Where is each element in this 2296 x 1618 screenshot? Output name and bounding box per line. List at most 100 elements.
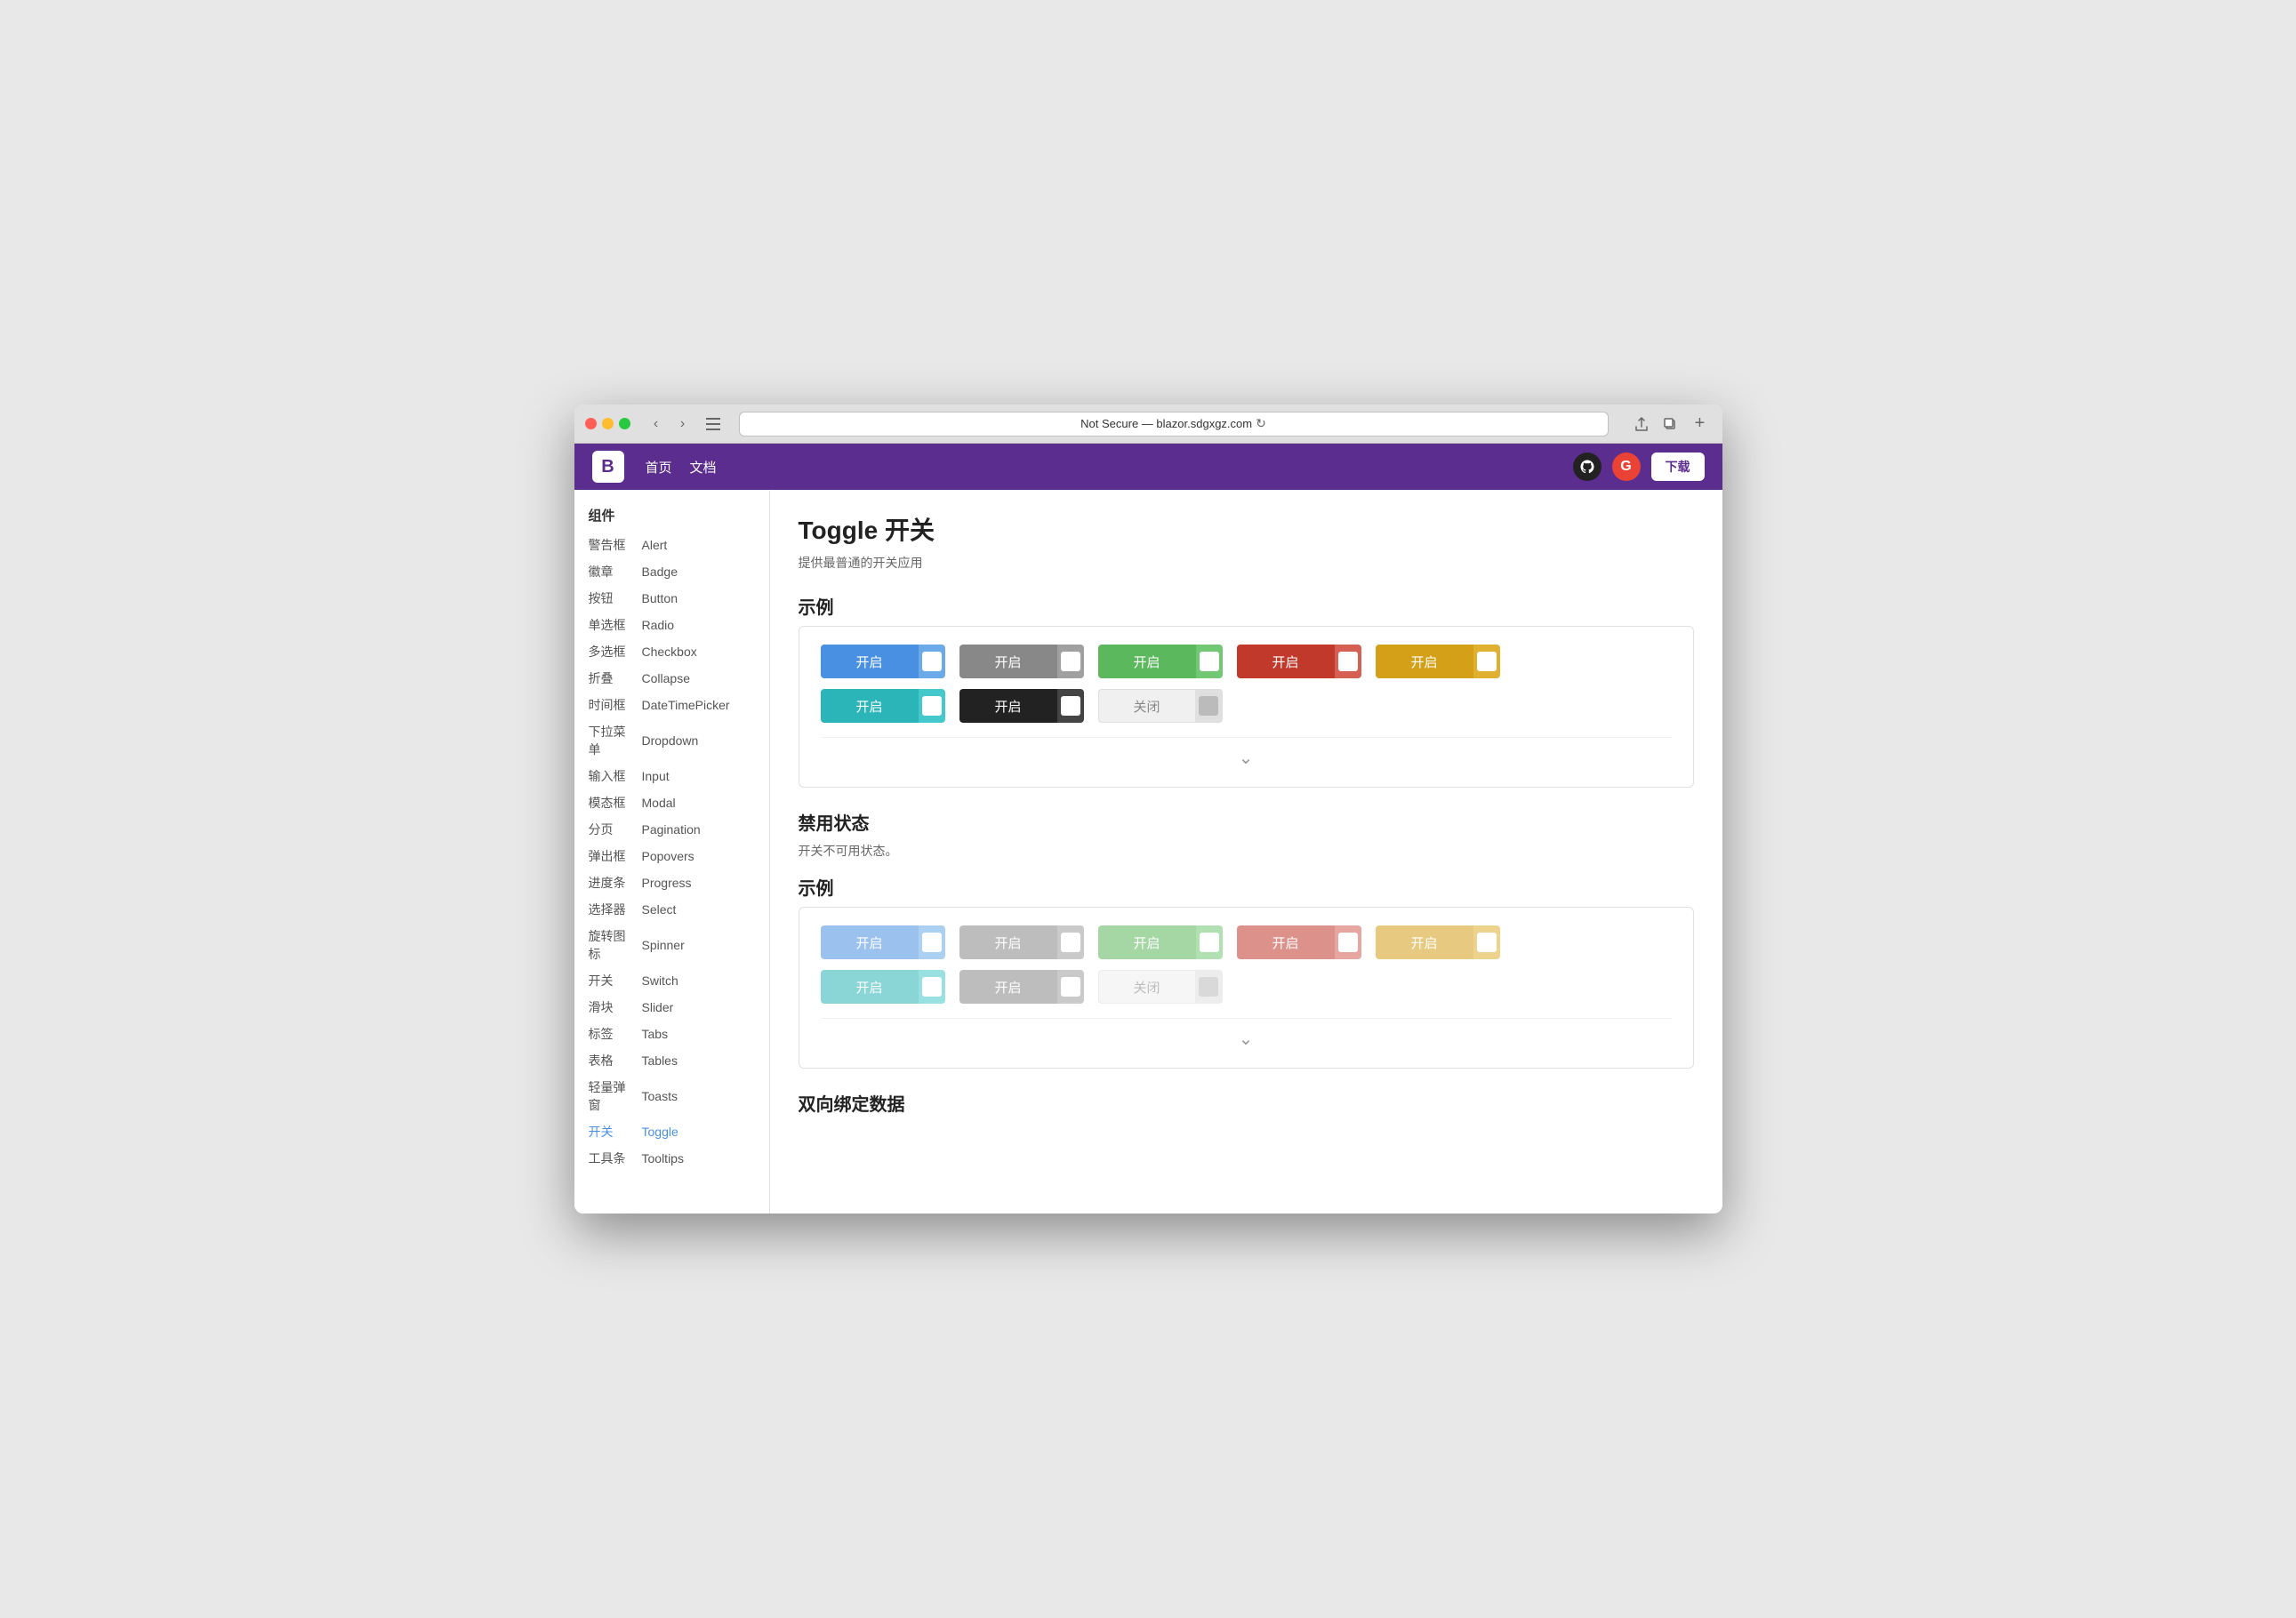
browser-actions	[1630, 413, 1682, 436]
toggle-row-1: 开启 开启 开启	[821, 645, 1672, 678]
toggle-gray-disabled-knob	[1057, 925, 1084, 959]
toggle-off-disabled-knob	[1195, 971, 1222, 1003]
toggle-gray-knob	[1057, 645, 1084, 678]
section3-title: 双向绑定数据	[799, 1090, 1694, 1116]
toggle-off-disabled: 关闭	[1098, 970, 1223, 1004]
toggle-blue[interactable]: 开启	[821, 645, 945, 678]
sidebar-item-button[interactable]: 按钮 Button	[574, 585, 769, 612]
sidebar-item-input[interactable]: 输入框 Input	[574, 763, 769, 789]
toggle-blue-disabled-knob	[919, 925, 945, 959]
new-tab-button[interactable]: +	[1689, 413, 1712, 436]
toggle-green[interactable]: 开启	[1098, 645, 1223, 678]
nav-home[interactable]: 首页	[646, 458, 672, 477]
toggle-red-knob	[1335, 645, 1361, 678]
close-button[interactable]	[585, 418, 597, 429]
toggle-red-label: 开启	[1237, 645, 1335, 678]
toggle-yellow[interactable]: 开启	[1376, 645, 1500, 678]
g-icon[interactable]: G	[1612, 453, 1641, 481]
section2-title: 禁用状态	[799, 809, 1694, 835]
collapse-button-2[interactable]: ⌄	[1239, 1028, 1254, 1050]
toggle-black-knob	[1057, 689, 1084, 723]
share-button[interactable]	[1630, 413, 1653, 436]
sidebar-section-title: 组件	[574, 501, 769, 532]
toggle-black-knob-inner	[1061, 696, 1080, 716]
sidebar-item-spinner[interactable]: 旋转图标 Spinner	[574, 923, 769, 967]
sidebar-item-switch[interactable]: 开关 Switch	[574, 967, 769, 994]
app-nav: 首页 文档	[646, 458, 717, 477]
sidebar-item-collapse[interactable]: 折叠 Collapse	[574, 665, 769, 692]
toggle-red-knob-inner	[1338, 652, 1358, 671]
toggle-teal-knob-inner	[922, 696, 942, 716]
sidebar-item-datetimepicker[interactable]: 时间框 DateTimePicker	[574, 692, 769, 718]
sidebar-toggle-button[interactable]	[702, 413, 725, 436]
sidebar-item-pagination[interactable]: 分页 Pagination	[574, 816, 769, 843]
toggle-red-disabled-knob-inner	[1338, 933, 1358, 952]
toggle-green-disabled-knob-inner	[1200, 933, 1219, 952]
sidebar-item-progress[interactable]: 进度条 Progress	[574, 869, 769, 896]
toggle-teal-disabled: 开启	[821, 970, 945, 1004]
toggle-teal-disabled-knob-inner	[922, 977, 942, 997]
demo-box-2: 开启 开启 开启	[799, 907, 1694, 1069]
toggle-black-disabled-knob-inner	[1061, 977, 1080, 997]
app-header: B 首页 文档 G 下载	[574, 444, 1722, 490]
section1-title: 示例	[799, 593, 1694, 619]
toggle-off-disabled-knob-inner	[1199, 977, 1218, 997]
toggle-off-label: 关闭	[1099, 697, 1195, 716]
toggle-red-disabled: 开启	[1237, 925, 1361, 959]
sidebar-item-badge[interactable]: 徽章 Badge	[574, 558, 769, 585]
toggle-blue-label: 开启	[821, 645, 919, 678]
sidebar-item-dropdown[interactable]: 下拉菜单 Dropdown	[574, 718, 769, 763]
toggle-gray[interactable]: 开启	[959, 645, 1084, 678]
back-button[interactable]: ‹	[645, 413, 668, 436]
header-right: G 下载	[1573, 453, 1705, 481]
toggle-blue-knob	[919, 645, 945, 678]
toggle-green-disabled: 开启	[1098, 925, 1223, 959]
collapse-button-1[interactable]: ⌄	[1239, 747, 1254, 769]
sidebar-item-tables[interactable]: 表格 Tables	[574, 1047, 769, 1074]
toggle-blue-disabled-label: 开启	[821, 925, 919, 959]
toggle-off[interactable]: 关闭	[1098, 689, 1223, 723]
browser-nav: ‹ ›	[645, 413, 694, 436]
toggle-gray-label: 开启	[959, 645, 1057, 678]
duplicate-button[interactable]	[1658, 413, 1682, 436]
toggle-off-knob	[1195, 690, 1222, 722]
toggle-red[interactable]: 开启	[1237, 645, 1361, 678]
sidebar-item-popovers[interactable]: 弹出框 Popovers	[574, 843, 769, 869]
sidebar-item-tabs[interactable]: 标签 Tabs	[574, 1021, 769, 1047]
minimize-button[interactable]	[602, 418, 614, 429]
reload-button[interactable]: ↻	[1256, 416, 1266, 431]
toggle-red-disabled-label: 开启	[1237, 925, 1335, 959]
github-icon[interactable]	[1573, 453, 1602, 481]
demo-box-1: 开启 开启 开启	[799, 626, 1694, 788]
toggle-green-knob	[1196, 645, 1223, 678]
toggle-black-disabled: 开启	[959, 970, 1084, 1004]
app-body: 组件 警告框 Alert 徽章 Badge 按钮 Button 单选框 Radi…	[574, 490, 1722, 1214]
toggle-black[interactable]: 开启	[959, 689, 1084, 723]
sidebar-item-alert[interactable]: 警告框 Alert	[574, 532, 769, 558]
toggle-yellow-disabled: 开启	[1376, 925, 1500, 959]
forward-button[interactable]: ›	[671, 413, 694, 436]
sidebar-item-toasts[interactable]: 轻量弹窗 Toasts	[574, 1074, 769, 1118]
section2-desc: 开关不可用状态。	[799, 842, 1694, 860]
sidebar-item-tooltips[interactable]: 工具条 Tooltips	[574, 1145, 769, 1172]
sidebar-item-checkbox[interactable]: 多选框 Checkbox	[574, 638, 769, 665]
sidebar-item-select[interactable]: 选择器 Select	[574, 896, 769, 923]
address-bar[interactable]: Not Secure — blazor.sdgxgz.com ↻	[739, 412, 1609, 437]
toggle-black-disabled-label: 开启	[959, 970, 1057, 1004]
toggle-disabled-row-1: 开启 开启 开启	[821, 925, 1672, 959]
browser-titlebar: ‹ › Not Secure — blazor.sdgxgz.com ↻	[574, 404, 1722, 444]
toggle-gray-disabled: 开启	[959, 925, 1084, 959]
toggle-green-knob-inner	[1200, 652, 1219, 671]
sidebar-item-slider[interactable]: 滑块 Slider	[574, 994, 769, 1021]
sidebar-item-modal[interactable]: 模态框 Modal	[574, 789, 769, 816]
sidebar-item-radio[interactable]: 单选框 Radio	[574, 612, 769, 638]
maximize-button[interactable]	[619, 418, 630, 429]
sidebar-item-toggle[interactable]: 开关 Toggle	[574, 1118, 769, 1145]
main-content: Toggle 开关 提供最普通的开关应用 示例 开启 开启	[770, 490, 1722, 1214]
download-button[interactable]: 下载	[1651, 453, 1705, 481]
toggle-teal[interactable]: 开启	[821, 689, 945, 723]
sidebar: 组件 警告框 Alert 徽章 Badge 按钮 Button 单选框 Radi…	[574, 490, 770, 1214]
toggle-yellow-disabled-label: 开启	[1376, 925, 1473, 959]
toggle-gray-disabled-knob-inner	[1061, 933, 1080, 952]
nav-docs[interactable]: 文档	[690, 458, 717, 477]
